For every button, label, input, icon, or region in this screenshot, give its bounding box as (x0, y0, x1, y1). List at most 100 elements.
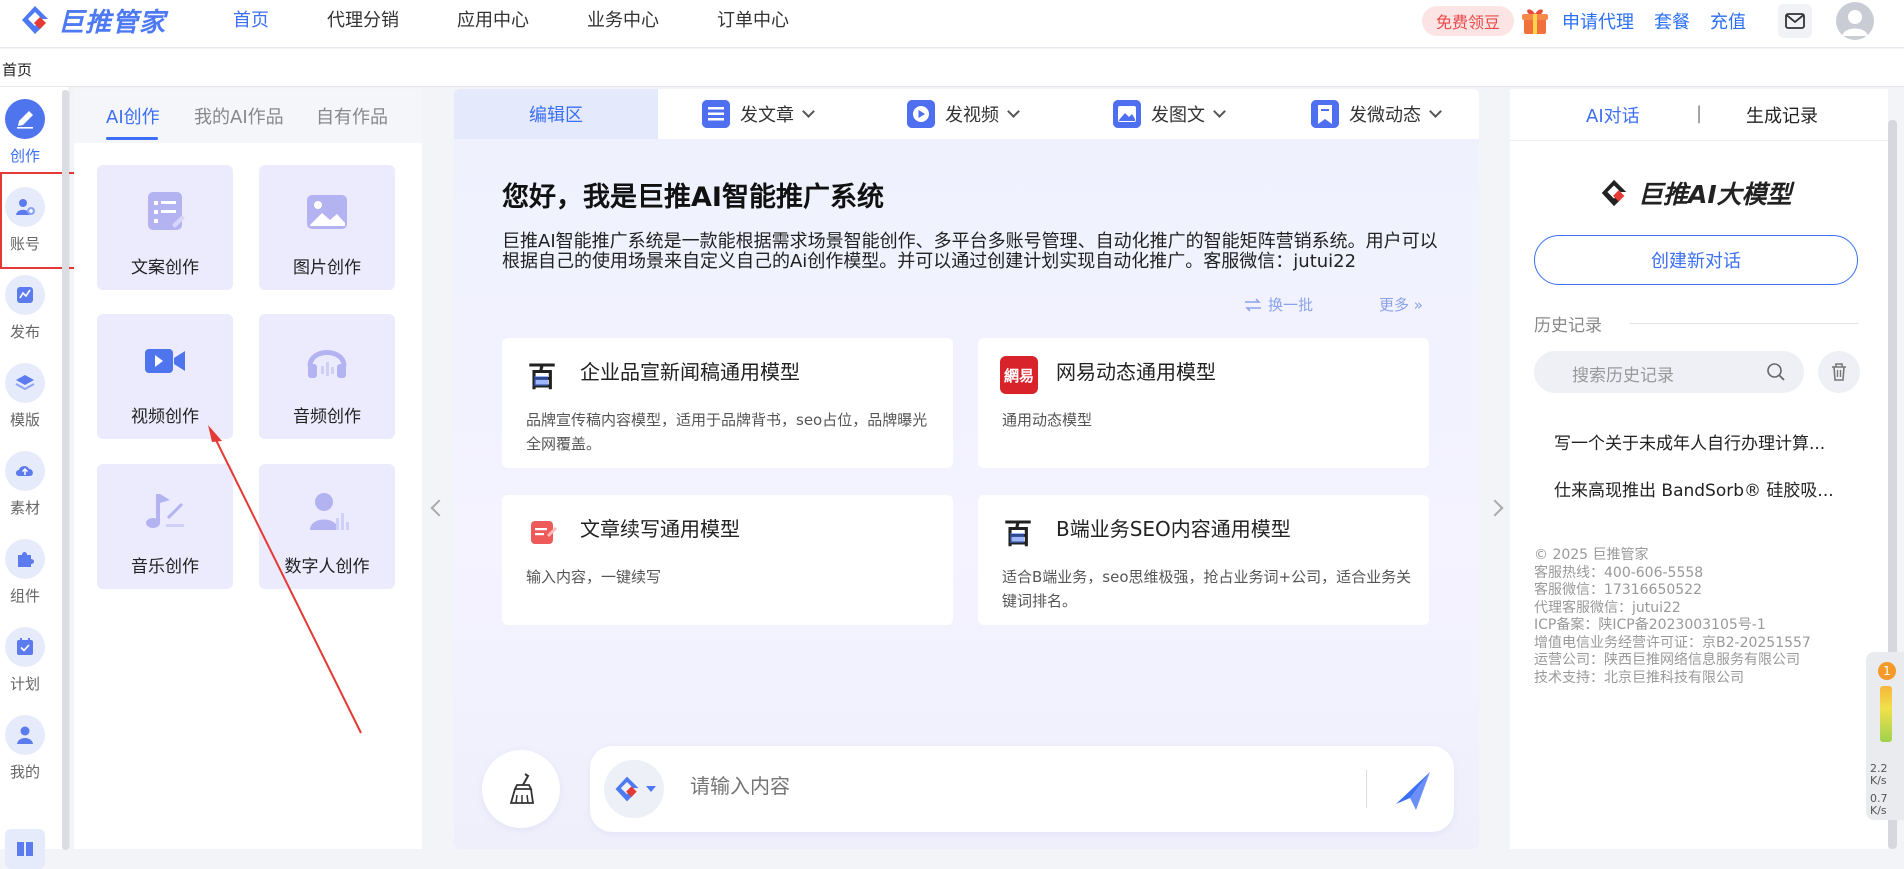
tab-ai-create[interactable]: AI创作 (106, 103, 160, 129)
card-label: 音乐创作 (131, 557, 199, 577)
tab-generation-records[interactable]: 生成记录 (1746, 102, 1818, 128)
pen-icon (5, 99, 45, 139)
search-placeholder: 搜索历史记录 (1572, 366, 1674, 386)
baidu-style-icon: 百 (524, 356, 562, 394)
divider (1630, 323, 1858, 324)
nav-apps[interactable]: 应用中心 (457, 6, 529, 32)
sidebar-item-material[interactable]: 素材 (0, 451, 50, 518)
brand-name: 巨推管家 (58, 7, 167, 38)
nav-home[interactable]: 首页 (233, 6, 269, 32)
creation-panel: AI创作 我的AI作品 自有作品 文案创作 图片创作 视频创作 音频创作 音乐创… (74, 89, 422, 849)
footer-line: 技术支持：北京巨推科技有限公司 (1534, 669, 1744, 686)
sidebar-item-create[interactable]: 创作 (0, 99, 50, 166)
clear-history-button[interactable] (1818, 351, 1860, 393)
tab-own-works[interactable]: 自有作品 (316, 103, 388, 129)
model-title: 企业品宣新闻稿通用模型 (580, 360, 800, 384)
footer-line: ICP备案：陕ICP备2023003105号-1 (1534, 617, 1766, 633)
refresh-batch-button[interactable]: 换一批 (1244, 294, 1313, 315)
package-link[interactable]: 套餐 (1654, 8, 1690, 34)
editor-area: 编辑区 发文章 发视频 发图文 发微动态 您好，我是巨推AI智能推广系统 巨推A… (454, 89, 1479, 849)
greeting-description: 巨推AI智能推广系统是一款能根据需求场景智能创作、多平台多账号管理、自动化推广的… (502, 231, 1438, 272)
more-link[interactable]: 更多 » (1379, 294, 1423, 315)
model-card[interactable]: 百 企业品宣新闻稿通用模型 品牌宣传稿内容模型，适用于品牌背书，seo占位，品牌… (502, 338, 953, 468)
card-image[interactable]: 图片创作 (259, 165, 395, 290)
recharge-link[interactable]: 充值 (1710, 8, 1746, 34)
footer-line: 客服微信：17316650522 (1534, 582, 1702, 598)
card-music[interactable]: 音乐创作 (97, 464, 233, 589)
active-tab-indicator (106, 137, 158, 140)
creation-tabs: AI创作 我的AI作品 自有作品 (74, 89, 422, 143)
model-card[interactable]: 文章续写通用模型 输入内容，一键续写 (502, 495, 953, 625)
card-label: 数字人创作 (284, 557, 370, 577)
post-article-dropdown[interactable]: 发文章 (702, 99, 815, 129)
nav-orders[interactable]: 订单中心 (717, 6, 789, 32)
play-icon (907, 100, 935, 128)
apply-agent-link[interactable]: 申请代理 (1562, 8, 1634, 34)
sidebar-item-mine[interactable]: 我的 (0, 715, 50, 782)
ai-model-brand: 巨推AI大模型 (1598, 175, 1792, 211)
ai-model-brand-name: 巨推AI大模型 (1638, 180, 1792, 209)
layers-icon (5, 363, 45, 403)
search-icon (1767, 363, 1785, 381)
sidebar-item-template[interactable]: 模版 (0, 363, 50, 430)
clear-input-button[interactable] (482, 750, 560, 828)
sidebar-item-label: 素材 (9, 499, 40, 517)
sidebar-item-plan[interactable]: 计划 (0, 627, 50, 694)
edit-zone-tab[interactable]: 编辑区 (454, 89, 658, 139)
footer-line: 客服热线：400-606-5558 (1534, 564, 1704, 581)
sidebar-item-label: 组件 (9, 587, 40, 605)
history-item[interactable]: 仕来高现推出 BandSorb® 硅胶吸... (1554, 476, 1834, 501)
new-chat-button[interactable]: 创建新对话 (1534, 235, 1858, 285)
nav-agent[interactable]: 代理分销 (327, 6, 399, 32)
write-icon (524, 513, 562, 551)
card-digital-human[interactable]: 数字人创作 (259, 464, 395, 589)
model-description: 通用动态模型 (1002, 411, 1093, 429)
brand-logo[interactable]: 巨推管家 (18, 2, 166, 38)
nav-business[interactable]: 业务中心 (587, 6, 659, 32)
chevron-down-icon (1213, 105, 1226, 118)
tab-ai-chat[interactable]: AI对话 (1586, 102, 1640, 128)
sidebar-item-label: 发布 (9, 323, 40, 341)
trash-icon (1832, 363, 1846, 381)
history-search-input[interactable]: 搜索历史记录 (1534, 351, 1804, 393)
publish-icon (5, 275, 45, 315)
card-video[interactable]: 视频创作 (97, 314, 233, 439)
model-card[interactable]: 百 B端业务SEO内容通用模型 适合B端业务，seo思维极强，抢占业务词+公司，… (978, 495, 1429, 625)
gift-icon[interactable] (1520, 6, 1550, 36)
page-tab-strip: 首页 (0, 49, 1904, 87)
free-beans-button[interactable]: 免费领豆 (1421, 6, 1514, 36)
mail-icon[interactable] (1778, 4, 1812, 38)
sidebar-item-label: 创作 (9, 147, 40, 165)
model-card[interactable]: 網易 网易动态通用模型 通用动态模型 (978, 338, 1429, 468)
post-video-dropdown[interactable]: 发视频 (907, 99, 1020, 129)
sidebar-item-publish[interactable]: 发布 (0, 275, 50, 342)
chat-input[interactable] (690, 774, 1290, 798)
collapse-left-arrow-icon[interactable] (430, 499, 448, 517)
collapse-right-arrow-icon[interactable] (1486, 499, 1504, 517)
history-item[interactable]: 写一个关于未成年人自行办理计算... (1554, 429, 1825, 454)
tab-home[interactable]: 首页 (0, 59, 34, 80)
card-copywriting[interactable]: 文案创作 (97, 165, 233, 290)
footer-line: 运营公司：陕西巨推网络信息服务有限公司 (1534, 652, 1800, 668)
footer-line: 增值电信业务经营许可证：京B2-20251557 (1534, 634, 1811, 651)
card-audio[interactable]: 音频创作 (259, 314, 395, 439)
post-micro-dynamic-dropdown[interactable]: 发微动态 (1311, 99, 1442, 129)
send-icon[interactable] (1390, 768, 1434, 812)
sidebar-scrollbar[interactable] (62, 90, 69, 850)
card-label: 文案创作 (131, 258, 199, 278)
network-speed-widget[interactable]: 1 2.2 K/s 0.7 K/s (1866, 652, 1904, 820)
editor-toolbar: 编辑区 发文章 发视频 发图文 发微动态 (454, 89, 1479, 139)
sidebar-item-component[interactable]: 组件 (0, 539, 50, 606)
sidebar-item-more[interactable] (0, 829, 50, 869)
top-right-actions: 免费领豆 申请代理 套餐 充值 (1421, 0, 1904, 42)
bookmark-icon (1311, 100, 1339, 128)
post-video-label: 发视频 (945, 105, 999, 126)
user-avatar[interactable] (1836, 2, 1874, 40)
document-icon (148, 192, 185, 230)
card-label: 视频创作 (131, 407, 199, 427)
model-selector[interactable] (604, 760, 664, 818)
netease-icon: 網易 (1000, 356, 1038, 394)
upload-unit: K/s (1870, 774, 1887, 787)
post-image-text-dropdown[interactable]: 发图文 (1113, 99, 1226, 129)
tab-my-ai-works[interactable]: 我的AI作品 (194, 103, 284, 129)
